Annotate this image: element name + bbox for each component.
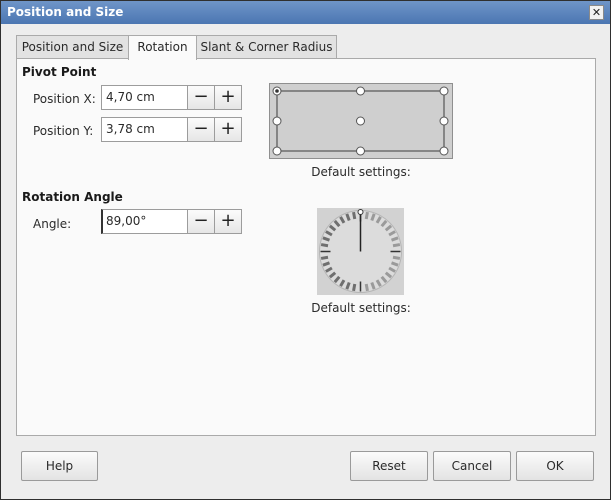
pivot-top-right-handle[interactable] bbox=[439, 86, 449, 96]
pivot-middle-right-handle[interactable] bbox=[439, 116, 449, 126]
rotation-dial[interactable] bbox=[317, 208, 404, 295]
position-x-input[interactable]: 4,70 cm bbox=[101, 85, 193, 110]
position-y-label: Position Y: bbox=[33, 124, 94, 138]
title-bar: Position and Size ✕ bbox=[1, 1, 610, 24]
position-y-input[interactable]: 3,78 cm bbox=[101, 117, 193, 142]
rotation-angle-heading: Rotation Angle bbox=[22, 190, 123, 204]
dial-tick bbox=[352, 211, 357, 220]
angle-spinbox: 89,00° − + bbox=[101, 209, 242, 234]
angle-decrement-button[interactable]: − bbox=[187, 209, 215, 234]
position-x-label: Position X: bbox=[33, 92, 96, 106]
pivot-bottom-center-handle[interactable] bbox=[356, 146, 365, 156]
dial-tick bbox=[364, 283, 369, 292]
rotation-dial-icon bbox=[319, 209, 402, 293]
position-y-spinbox: 3,78 cm − + bbox=[101, 117, 242, 142]
angle-input[interactable]: 89,00° bbox=[101, 209, 193, 234]
position-y-decrement-button[interactable]: − bbox=[187, 117, 215, 142]
rotation-default-settings-caption: Default settings: bbox=[311, 301, 411, 315]
position-x-spinbox: 4,70 cm − + bbox=[101, 85, 242, 110]
pivot-selected-dot bbox=[275, 89, 279, 93]
ok-button[interactable]: OK bbox=[516, 451, 594, 481]
dial-tick bbox=[364, 211, 369, 220]
dial-tick bbox=[320, 255, 329, 260]
close-icon[interactable]: ✕ bbox=[589, 5, 604, 20]
pivot-point-selector[interactable] bbox=[269, 83, 453, 159]
pivot-point-heading: Pivot Point bbox=[22, 65, 97, 79]
position-and-size-dialog: Position and Size ✕ Position and Size Ro… bbox=[0, 0, 611, 500]
tab-rotation[interactable]: Rotation bbox=[128, 35, 197, 60]
help-button[interactable]: Help bbox=[21, 451, 98, 481]
dial-knob[interactable] bbox=[357, 209, 364, 215]
dial-tick bbox=[392, 255, 401, 260]
dial-tick bbox=[352, 283, 357, 292]
pivot-grid-icon bbox=[272, 86, 449, 156]
pivot-default-settings-caption: Default settings: bbox=[311, 165, 411, 179]
dial-tick bbox=[320, 243, 329, 248]
position-y-increment-button[interactable]: + bbox=[214, 117, 242, 142]
angle-label: Angle: bbox=[33, 217, 72, 231]
window-title: Position and Size bbox=[7, 5, 124, 19]
rotation-panel: Pivot Point Position X: 4,70 cm − + Posi… bbox=[16, 58, 596, 436]
reset-button[interactable]: Reset bbox=[350, 451, 428, 481]
cancel-button[interactable]: Cancel bbox=[433, 451, 511, 481]
pivot-top-center-handle[interactable] bbox=[356, 86, 365, 96]
pivot-bottom-right-handle[interactable] bbox=[439, 146, 449, 156]
tab-position-and-size[interactable]: Position and Size bbox=[16, 35, 129, 58]
pivot-center-handle[interactable] bbox=[356, 116, 365, 126]
position-x-decrement-button[interactable]: − bbox=[187, 85, 215, 110]
angle-increment-button[interactable]: + bbox=[214, 209, 242, 234]
position-x-increment-button[interactable]: + bbox=[214, 85, 242, 110]
pivot-middle-left-handle[interactable] bbox=[272, 116, 282, 126]
dial-tick bbox=[392, 243, 401, 248]
pivot-bottom-left-handle[interactable] bbox=[272, 146, 282, 156]
tab-slant-corner-radius[interactable]: Slant & Corner Radius bbox=[196, 35, 337, 58]
